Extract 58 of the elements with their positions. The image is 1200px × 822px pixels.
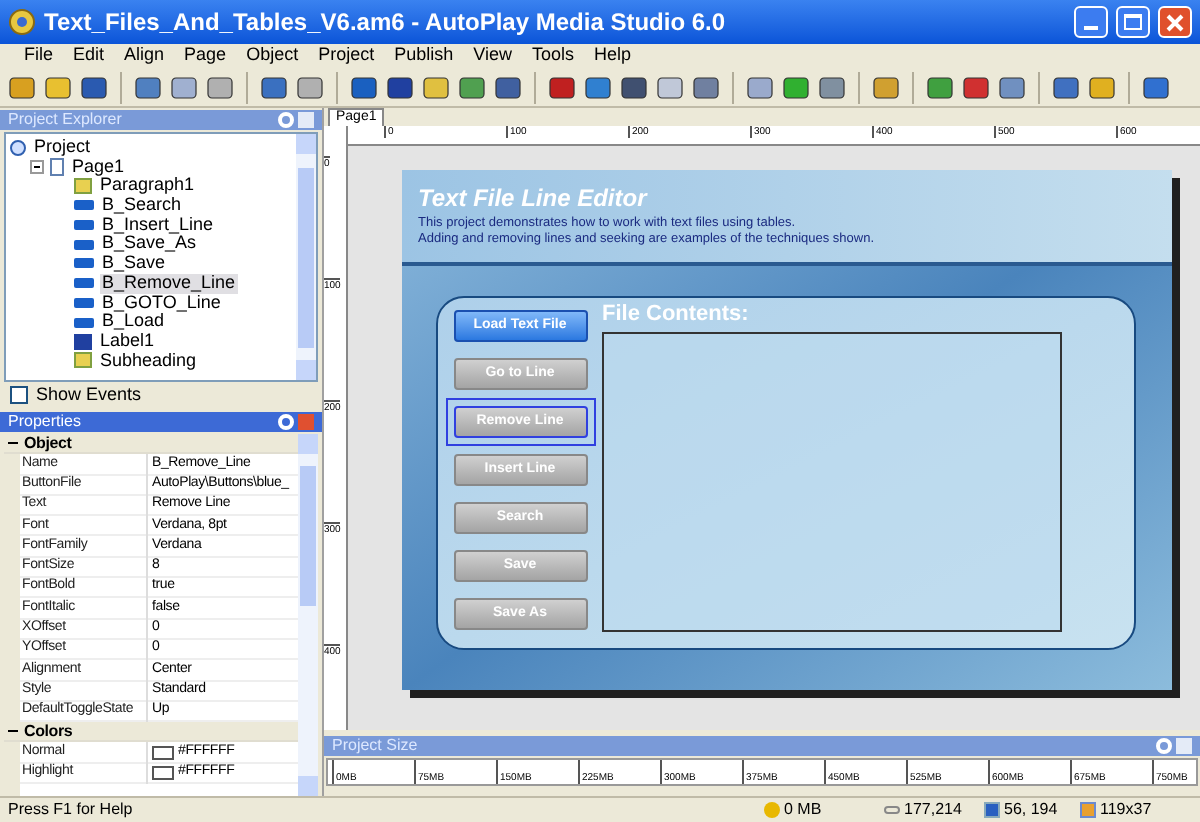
menu-item[interactable]: Tools (532, 42, 575, 70)
object-size: 119x37 (1100, 798, 1152, 822)
tree-item[interactable]: B_Search (100, 196, 184, 216)
maximize-icon (1124, 14, 1142, 30)
tree-item[interactable]: Project (32, 138, 93, 158)
tree-item[interactable]: B_Remove_Line (100, 273, 238, 294)
scrollbar[interactable] (298, 434, 318, 796)
menu-item[interactable]: Publish (394, 42, 454, 70)
checkbox-label: Show Events (36, 381, 142, 408)
menu-item[interactable]: Page (184, 42, 227, 70)
status-value: 177,214 (904, 798, 962, 822)
app-icon (8, 8, 36, 36)
collapse-icon[interactable] (30, 160, 44, 175)
color-swatch[interactable] (152, 745, 174, 760)
minimize-button[interactable] (1074, 6, 1108, 38)
close-icon (1166, 13, 1184, 31)
color-swatch[interactable] (152, 765, 174, 780)
menu-item[interactable]: View (473, 42, 512, 70)
object-position: 56, 194 (1004, 798, 1058, 822)
coin-icon (764, 802, 780, 818)
contents-label: File Contents: (602, 302, 751, 328)
tree-item[interactable]: Subheading (98, 351, 199, 371)
tree-item[interactable]: B_Save (100, 254, 168, 274)
project-size: 0 MB (784, 798, 822, 822)
section-heading[interactable]: Object (20, 434, 72, 456)
checkbox[interactable] (10, 386, 28, 404)
status-text: Press F1 for Help (6, 798, 135, 822)
tree-item[interactable]: B_Insert_Line (100, 215, 216, 235)
menu-item[interactable]: Object (246, 42, 299, 70)
window-title: Text_Files_And_Tables_V6.am6 - AutoPlay Media Studio 6.0 (44, 6, 728, 40)
menu-item[interactable]: Help (594, 42, 632, 70)
minimize-icon (1084, 26, 1098, 30)
tree-item[interactable]: B_Load (100, 312, 167, 332)
tree-item[interactable]: B_Save_As (100, 234, 199, 255)
scrollbar[interactable] (296, 134, 316, 380)
panel-title: Project Size (332, 738, 418, 754)
pin-icon[interactable] (278, 112, 294, 128)
maximize-button[interactable] (1116, 6, 1150, 38)
tree-item[interactable]: B_GOTO_Line (100, 293, 223, 313)
menu-item[interactable]: Align (124, 42, 165, 70)
menu-item[interactable]: File (24, 42, 54, 70)
label-icon (74, 333, 92, 350)
close-button[interactable] (1158, 6, 1192, 38)
menu-item[interactable]: Edit (73, 42, 105, 70)
menu-item[interactable]: Project (318, 42, 375, 70)
position-icon (984, 802, 1000, 818)
tree-item[interactable]: Label1 (98, 331, 157, 352)
size-icon (1080, 802, 1096, 818)
pin-icon[interactable] (1156, 738, 1172, 754)
panel-title: Project Explorer (8, 112, 122, 128)
link-icon (884, 806, 900, 814)
tree-item[interactable]: Paragraph1 (98, 176, 197, 197)
pin-icon[interactable] (278, 414, 294, 430)
panel-title: Properties (8, 414, 81, 430)
page-icon (50, 158, 64, 177)
page-heading: Text File Line Editor (418, 186, 650, 212)
tree-item[interactable]: Page1 (70, 157, 127, 177)
project-icon (10, 139, 26, 156)
